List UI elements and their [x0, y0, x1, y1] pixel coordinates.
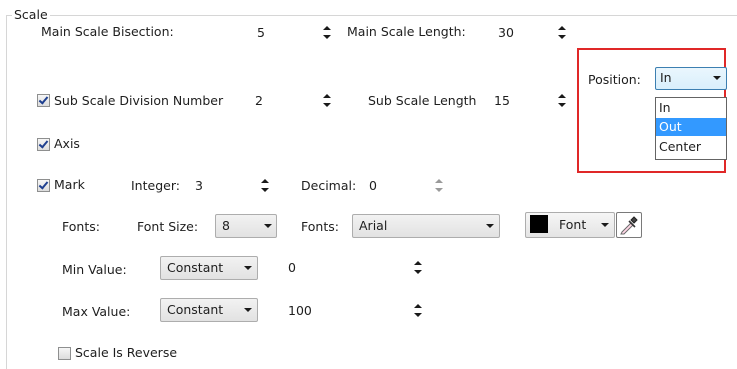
decimal-label: Decimal:: [301, 178, 357, 193]
sub-scale-division-value: 2: [255, 93, 263, 108]
position-option-out[interactable]: Out: [656, 118, 726, 136]
max-value-value: 100: [288, 303, 312, 318]
max-value-label: Max Value:: [62, 304, 131, 319]
sub-scale-length-label: Sub Scale Length: [368, 93, 477, 108]
scale-reverse-label: Scale Is Reverse: [75, 345, 178, 360]
sub-scale-division-label: Sub Scale Division Number: [54, 93, 224, 108]
group-border-top: [6, 15, 737, 16]
min-value-label: Min Value:: [62, 262, 127, 277]
min-value-mode: Constant: [167, 260, 224, 275]
fonts-label: Fonts:: [301, 219, 339, 234]
min-value-value: 0: [288, 260, 296, 275]
font-family-value: Arial: [359, 218, 388, 233]
sub-scale-division-spinbox[interactable]: 2: [250, 89, 338, 113]
chevron-down-icon: [486, 224, 494, 228]
chevron-down-icon: [601, 223, 609, 227]
spin-arrows-icon[interactable]: [414, 302, 423, 320]
eyedropper-icon: [620, 216, 638, 235]
position-dropdown-list: In Out Center: [655, 97, 727, 160]
spin-arrows-icon[interactable]: [261, 177, 270, 195]
font-size-combo[interactable]: 8: [215, 214, 277, 238]
mark-checkbox[interactable]: [37, 179, 50, 192]
axis-label: Axis: [54, 136, 80, 151]
position-combo[interactable]: In: [655, 67, 727, 90]
max-value-spinbox[interactable]: 100: [283, 299, 429, 323]
sub-scale-length-spinbox[interactable]: 15: [489, 89, 573, 113]
integer-spinbox[interactable]: 3: [190, 174, 276, 198]
font-color-swatch: [530, 215, 548, 233]
chevron-down-icon: [244, 266, 252, 270]
position-selected-value: In: [660, 70, 672, 85]
font-color-picker[interactable]: Font: [525, 212, 615, 238]
position-option-in[interactable]: In: [656, 99, 726, 117]
main-scale-bisection-value: 5: [257, 25, 265, 40]
font-family-combo[interactable]: Arial: [352, 214, 500, 238]
main-scale-length-value: 30: [498, 25, 514, 40]
mark-label: Mark: [54, 177, 85, 192]
group-title: Scale: [12, 7, 50, 22]
main-scale-bisection-spinbox[interactable]: 5: [252, 21, 338, 45]
decimal-value: 0: [369, 178, 377, 193]
integer-value: 3: [195, 178, 203, 193]
spin-arrows-icon[interactable]: [323, 24, 332, 42]
group-border-left: [6, 15, 7, 369]
min-value-mode-combo[interactable]: Constant: [160, 256, 258, 280]
spin-arrows-icon[interactable]: [435, 177, 444, 195]
position-label: Position:: [588, 72, 641, 87]
eyedropper-button[interactable]: [616, 212, 642, 238]
font-color-label: Font: [559, 217, 587, 232]
chevron-down-icon: [264, 224, 272, 228]
decimal-spinbox[interactable]: 0: [364, 174, 450, 198]
max-value-mode-combo[interactable]: Constant: [160, 298, 258, 322]
chevron-down-icon: [244, 308, 252, 312]
font-size-value: 8: [222, 218, 230, 233]
min-value-spinbox[interactable]: 0: [283, 256, 429, 280]
chevron-down-icon: [713, 76, 721, 80]
integer-label: Integer:: [131, 178, 180, 193]
font-size-label: Font Size:: [137, 219, 199, 234]
spin-arrows-icon[interactable]: [414, 259, 423, 277]
fonts-row-label: Fonts:: [62, 219, 100, 234]
spin-arrows-icon[interactable]: [558, 92, 567, 110]
main-scale-bisection-label: Main Scale Bisection:: [41, 24, 174, 39]
main-scale-length-spinbox[interactable]: 30: [493, 21, 573, 45]
max-value-mode: Constant: [167, 302, 224, 317]
sub-scale-length-value: 15: [494, 93, 510, 108]
sub-scale-checkbox[interactable]: [37, 94, 50, 107]
main-scale-length-label: Main Scale Length:: [347, 24, 466, 39]
spin-arrows-icon[interactable]: [323, 92, 332, 110]
axis-checkbox[interactable]: [37, 138, 50, 151]
position-option-center[interactable]: Center: [656, 138, 726, 156]
scale-reverse-checkbox[interactable]: [58, 347, 71, 360]
spin-arrows-icon[interactable]: [558, 24, 567, 42]
